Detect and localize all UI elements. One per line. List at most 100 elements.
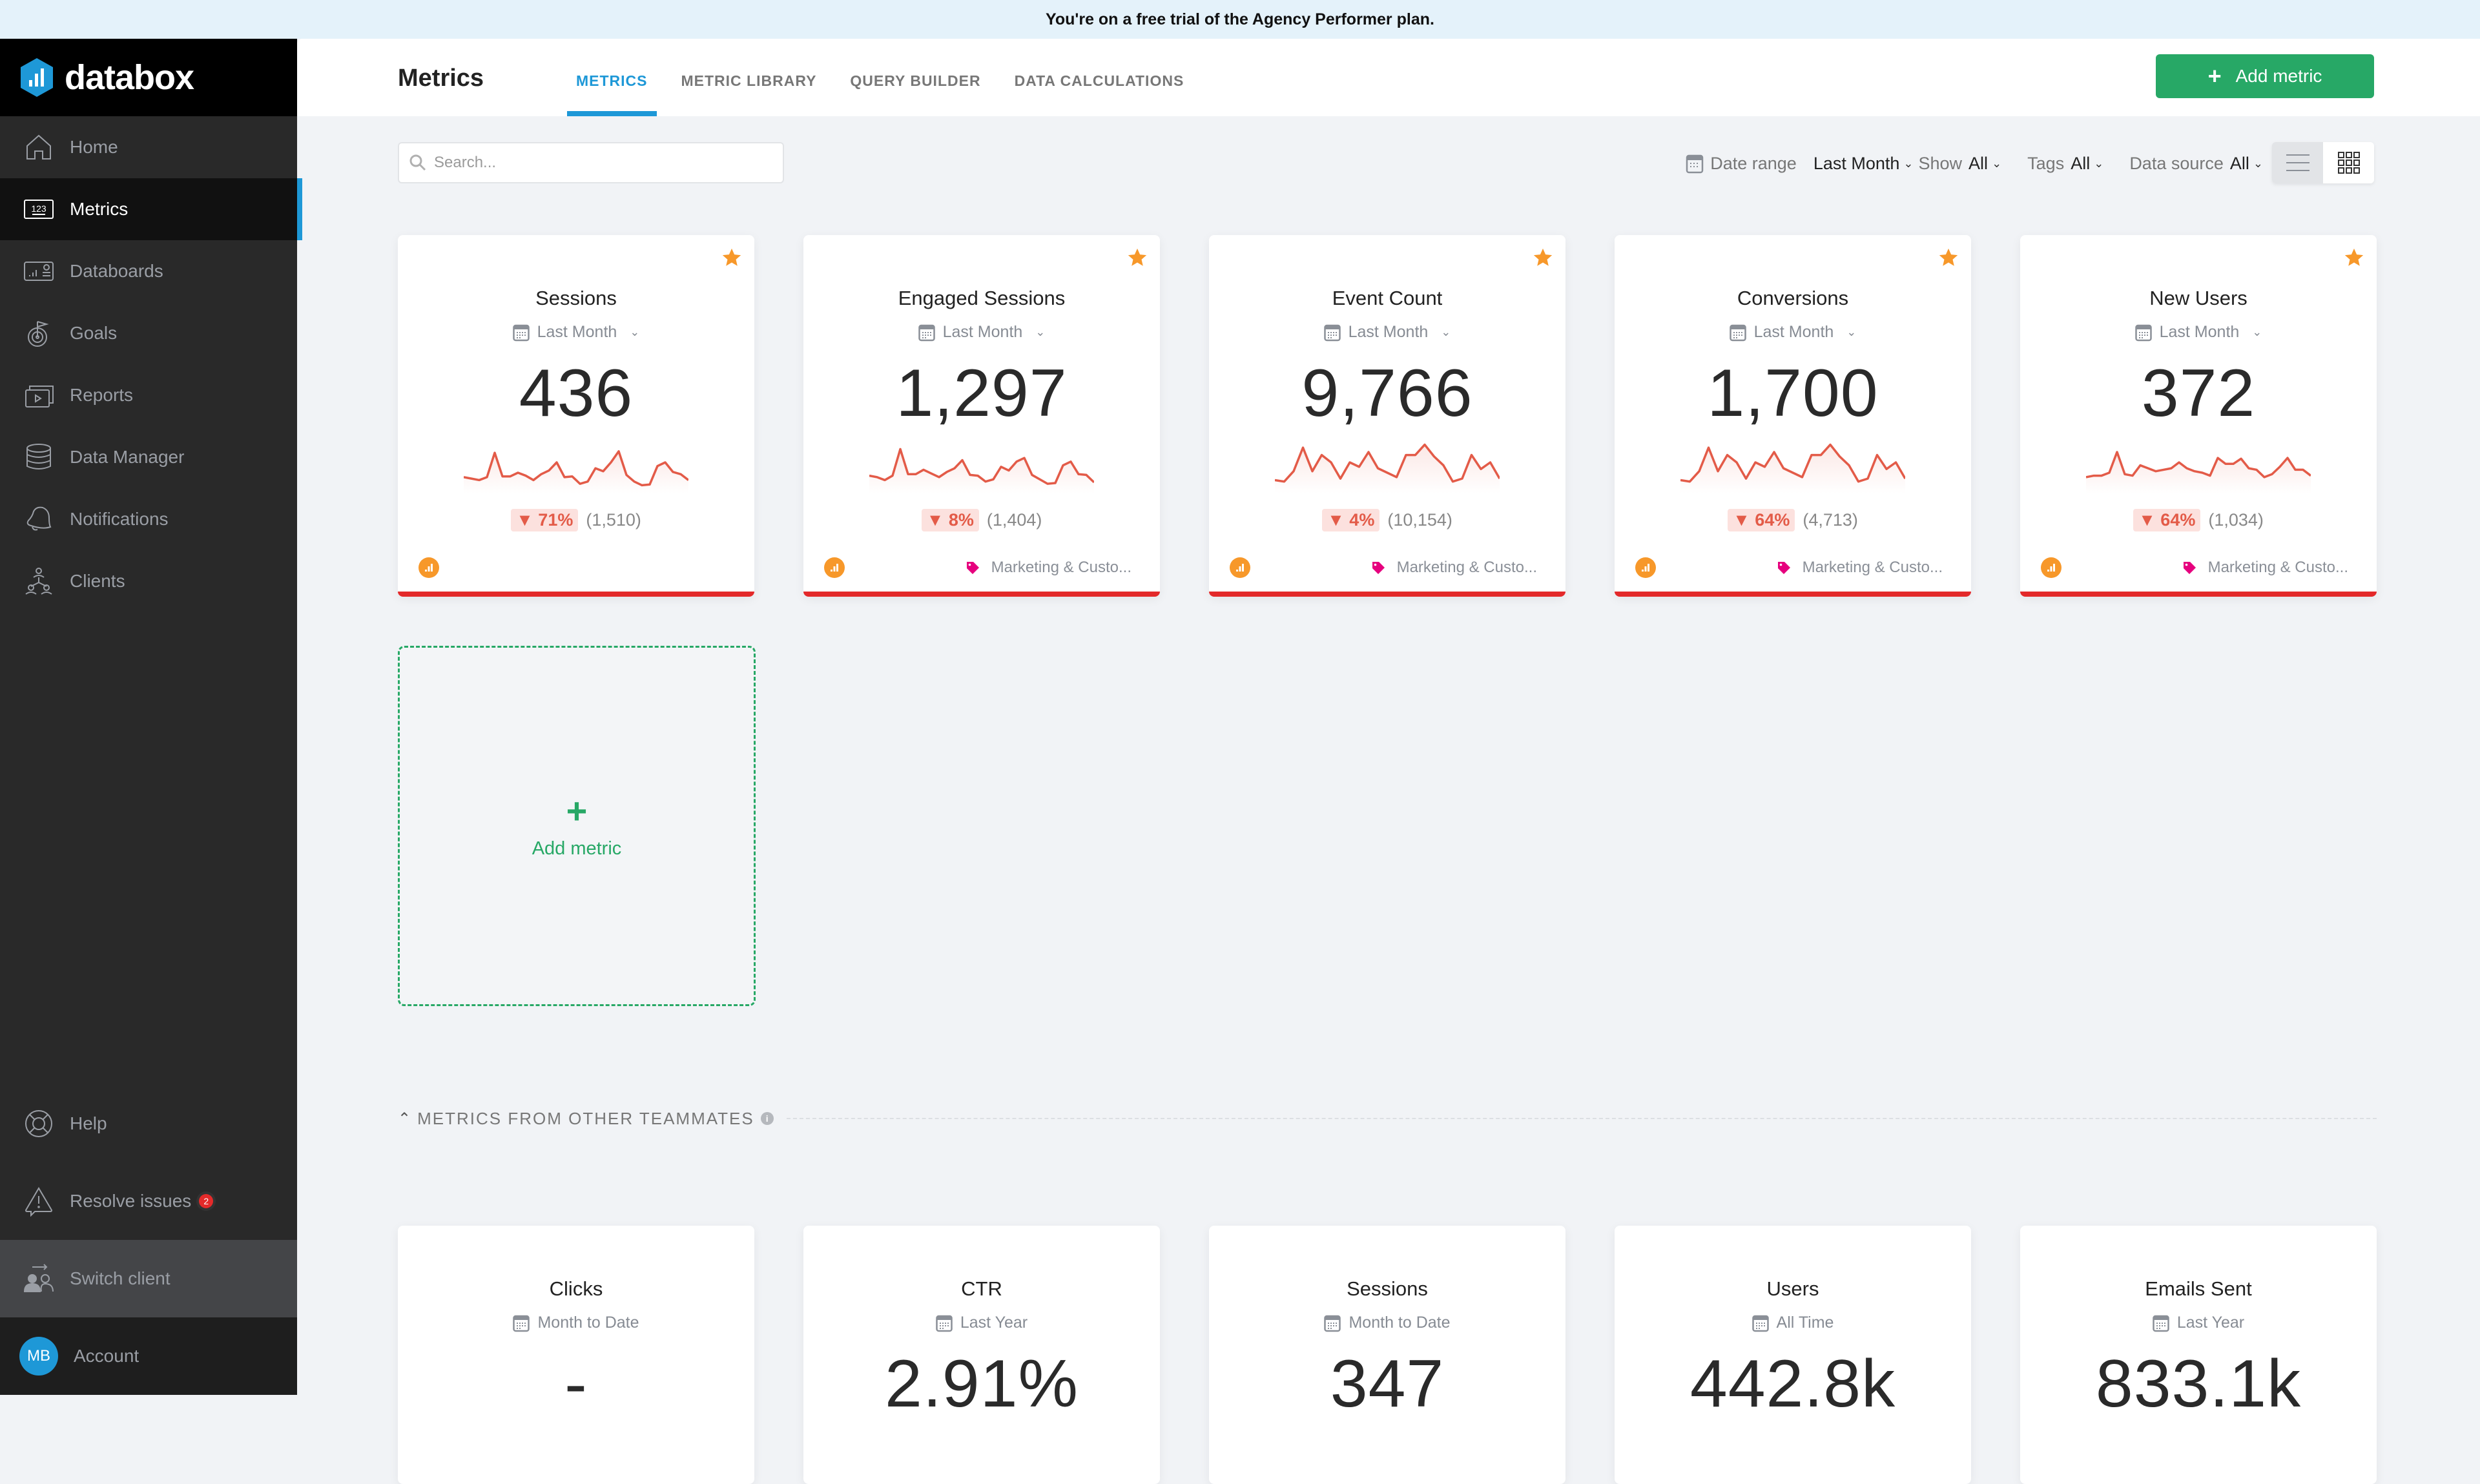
tab-bar: METRICS METRIC LIBRARY QUERY BUILDER DAT… (567, 39, 1208, 116)
metric-tag-label: Marketing & Custo... (1396, 559, 1537, 576)
sidebar-item-home[interactable]: Home (0, 116, 297, 178)
calendar-icon (2134, 324, 2152, 341)
warning-icon (23, 1186, 54, 1217)
metric-card[interactable]: Engaged Sessions Last Month ⌄ 1,297 ▼ 8%… (803, 235, 1160, 597)
metric-tag[interactable]: Marketing & Custo... (1371, 559, 1537, 577)
calendar-icon (513, 1315, 530, 1332)
list-icon (2286, 154, 2310, 171)
sidebar-item-notifications[interactable]: Notifications (0, 488, 297, 550)
switch-client-icon (23, 1263, 54, 1294)
metric-date-range-selector[interactable]: Last Month ⌄ (1615, 323, 1971, 342)
sidebar-item-metrics[interactable]: 123 Metrics (0, 178, 302, 240)
grid-view-button[interactable] (2323, 142, 2374, 183)
metric-date-range-selector[interactable]: Last Month ⌄ (803, 323, 1160, 342)
sidebar-item-label: Clients (70, 571, 125, 591)
metric-card[interactable]: Sessions Last Month ⌄ 436 ▼ 71% (1,510) (398, 235, 754, 597)
google-analytics-datasource-icon (418, 557, 439, 578)
teammate-metric-card[interactable]: CTR Last Year 2.91% (803, 1226, 1160, 1484)
metric-card[interactable]: New Users Last Month ⌄ 372 ▼ 64% (1,034)… (2020, 235, 2377, 597)
metric-date-range-label: Last Year (960, 1314, 1028, 1332)
calendar-icon (1324, 1315, 1341, 1332)
sidebar-item-label: Home (70, 137, 118, 157)
teammate-metric-card[interactable]: Users All Time 442.8k (1615, 1226, 1971, 1484)
tab-metrics[interactable]: METRICS (567, 39, 657, 116)
sidebar-item-label: Switch client (70, 1268, 170, 1288)
tab-query-builder[interactable]: QUERY BUILDER (841, 39, 989, 116)
sidebar-item-reports[interactable]: Reports (0, 364, 297, 426)
sidebar-item-data-manager[interactable]: Data Manager (0, 426, 297, 488)
change-badge: ▼ 4% (1322, 509, 1380, 531)
metric-date-range-selector[interactable]: Last Month ⌄ (398, 323, 754, 342)
favorite-star-icon[interactable] (1126, 247, 1148, 269)
sidebar-item-account[interactable]: MB Account (0, 1317, 297, 1395)
add-metric-button[interactable]: + Add metric (2156, 54, 2374, 98)
metric-date-range: Last Month (537, 323, 617, 341)
metric-tag[interactable]: Marketing & Custo... (966, 559, 1132, 577)
tab-data-calculations[interactable]: DATA CALCULATIONS (1006, 39, 1194, 116)
search-icon (409, 154, 426, 171)
date-range-filter[interactable]: Date range Last Month ⌄ (1686, 153, 1914, 174)
sidebar-item-switch-client[interactable]: Switch client (0, 1240, 297, 1317)
metric-value: 347 (1330, 1346, 1445, 1421)
database-icon (23, 442, 54, 473)
google-analytics-datasource-icon (1230, 557, 1250, 578)
show-filter[interactable]: Show All ⌄ (1919, 154, 2002, 174)
tab-metric-library[interactable]: METRIC LIBRARY (672, 39, 826, 116)
metric-card[interactable]: Conversions Last Month ⌄ 1,700 ▼ 64% (4,… (1615, 235, 1971, 597)
metric-card-footer (418, 557, 726, 579)
sidebar-item-resolve-issues[interactable]: Resolve issues 2 (0, 1162, 297, 1240)
grid-icon (2337, 152, 2360, 174)
chevron-down-icon: ⌄ (1441, 325, 1451, 338)
search-box[interactable] (398, 142, 784, 183)
metric-comparison: ▼ 71% (1,510) (398, 509, 754, 531)
info-icon[interactable]: i (760, 1112, 774, 1125)
data-source-filter[interactable]: Data source All ⌄ (2129, 154, 2263, 174)
metric-title: Sessions (1347, 1277, 1428, 1300)
sidebar-item-goals[interactable]: Goals (0, 302, 297, 364)
metric-tag[interactable]: Marketing & Custo... (2182, 559, 2348, 577)
chevron-down-icon: ⌄ (630, 325, 640, 338)
metric-value: 1,297 (896, 356, 1068, 431)
favorite-star-icon[interactable] (1938, 247, 1959, 269)
list-view-button[interactable] (2272, 142, 2323, 183)
teammate-metric-card[interactable]: Sessions Month to Date 347 (1209, 1226, 1566, 1484)
metric-title: Users (1766, 1277, 1819, 1300)
favorite-star-icon[interactable] (2343, 247, 2365, 269)
add-metric-card[interactable]: + Add metric (398, 646, 756, 1006)
chevron-down-icon: ⌄ (2253, 156, 2263, 170)
calendar-icon (1729, 324, 1746, 341)
metric-title: Conversions (1737, 287, 1849, 309)
metric-date-range-selector[interactable]: Last Month ⌄ (1209, 323, 1566, 342)
page-title: Metrics (398, 65, 484, 92)
clients-icon (23, 566, 54, 597)
chevron-down-icon: ⌄ (1846, 325, 1857, 338)
favorite-star-icon[interactable] (721, 247, 743, 269)
chevron-down-icon: ⌄ (2252, 325, 2262, 338)
calendar-icon (2153, 1315, 2169, 1332)
metric-card-footer: Marketing & Custo... (824, 557, 1132, 579)
sidebar-item-databoards[interactable]: Databoards (0, 240, 297, 302)
sidebar-item-help[interactable]: Help (0, 1085, 297, 1162)
sidebar-item-label: Data Manager (70, 447, 185, 467)
sparkline-chart (1680, 443, 1905, 493)
metric-date-range-label: Month to Date (537, 1314, 639, 1332)
goals-target-icon (23, 318, 54, 349)
metric-date-range-selector[interactable]: Last Month ⌄ (2020, 323, 2377, 342)
brand-logo[interactable]: databox (0, 39, 297, 116)
plus-icon: + (566, 790, 588, 831)
metric-value: 833.1k (2095, 1346, 2302, 1421)
metric-title: CTR (961, 1277, 1002, 1300)
change-badge: ▼ 64% (2133, 509, 2201, 531)
teammate-metric-card[interactable]: Emails Sent Last Year 833.1k (2020, 1226, 2377, 1484)
metric-card[interactable]: Event Count Last Month ⌄ 9,766 ▼ 4% (10,… (1209, 235, 1566, 597)
metric-tag[interactable]: Marketing & Custo... (1777, 559, 1943, 577)
collapse-chevron-up-icon[interactable]: ⌃ (398, 1109, 411, 1128)
favorite-star-icon[interactable] (1532, 247, 1554, 269)
negative-trend-bar (2020, 592, 2377, 597)
home-icon (23, 132, 54, 163)
tags-filter[interactable]: Tags All ⌄ (2027, 154, 2103, 174)
sidebar-item-clients[interactable]: Clients (0, 550, 297, 612)
metric-comparison: ▼ 64% (1,034) (2020, 509, 2377, 531)
teammate-metric-card[interactable]: Clicks Month to Date - (398, 1226, 754, 1484)
search-input[interactable] (434, 154, 757, 172)
